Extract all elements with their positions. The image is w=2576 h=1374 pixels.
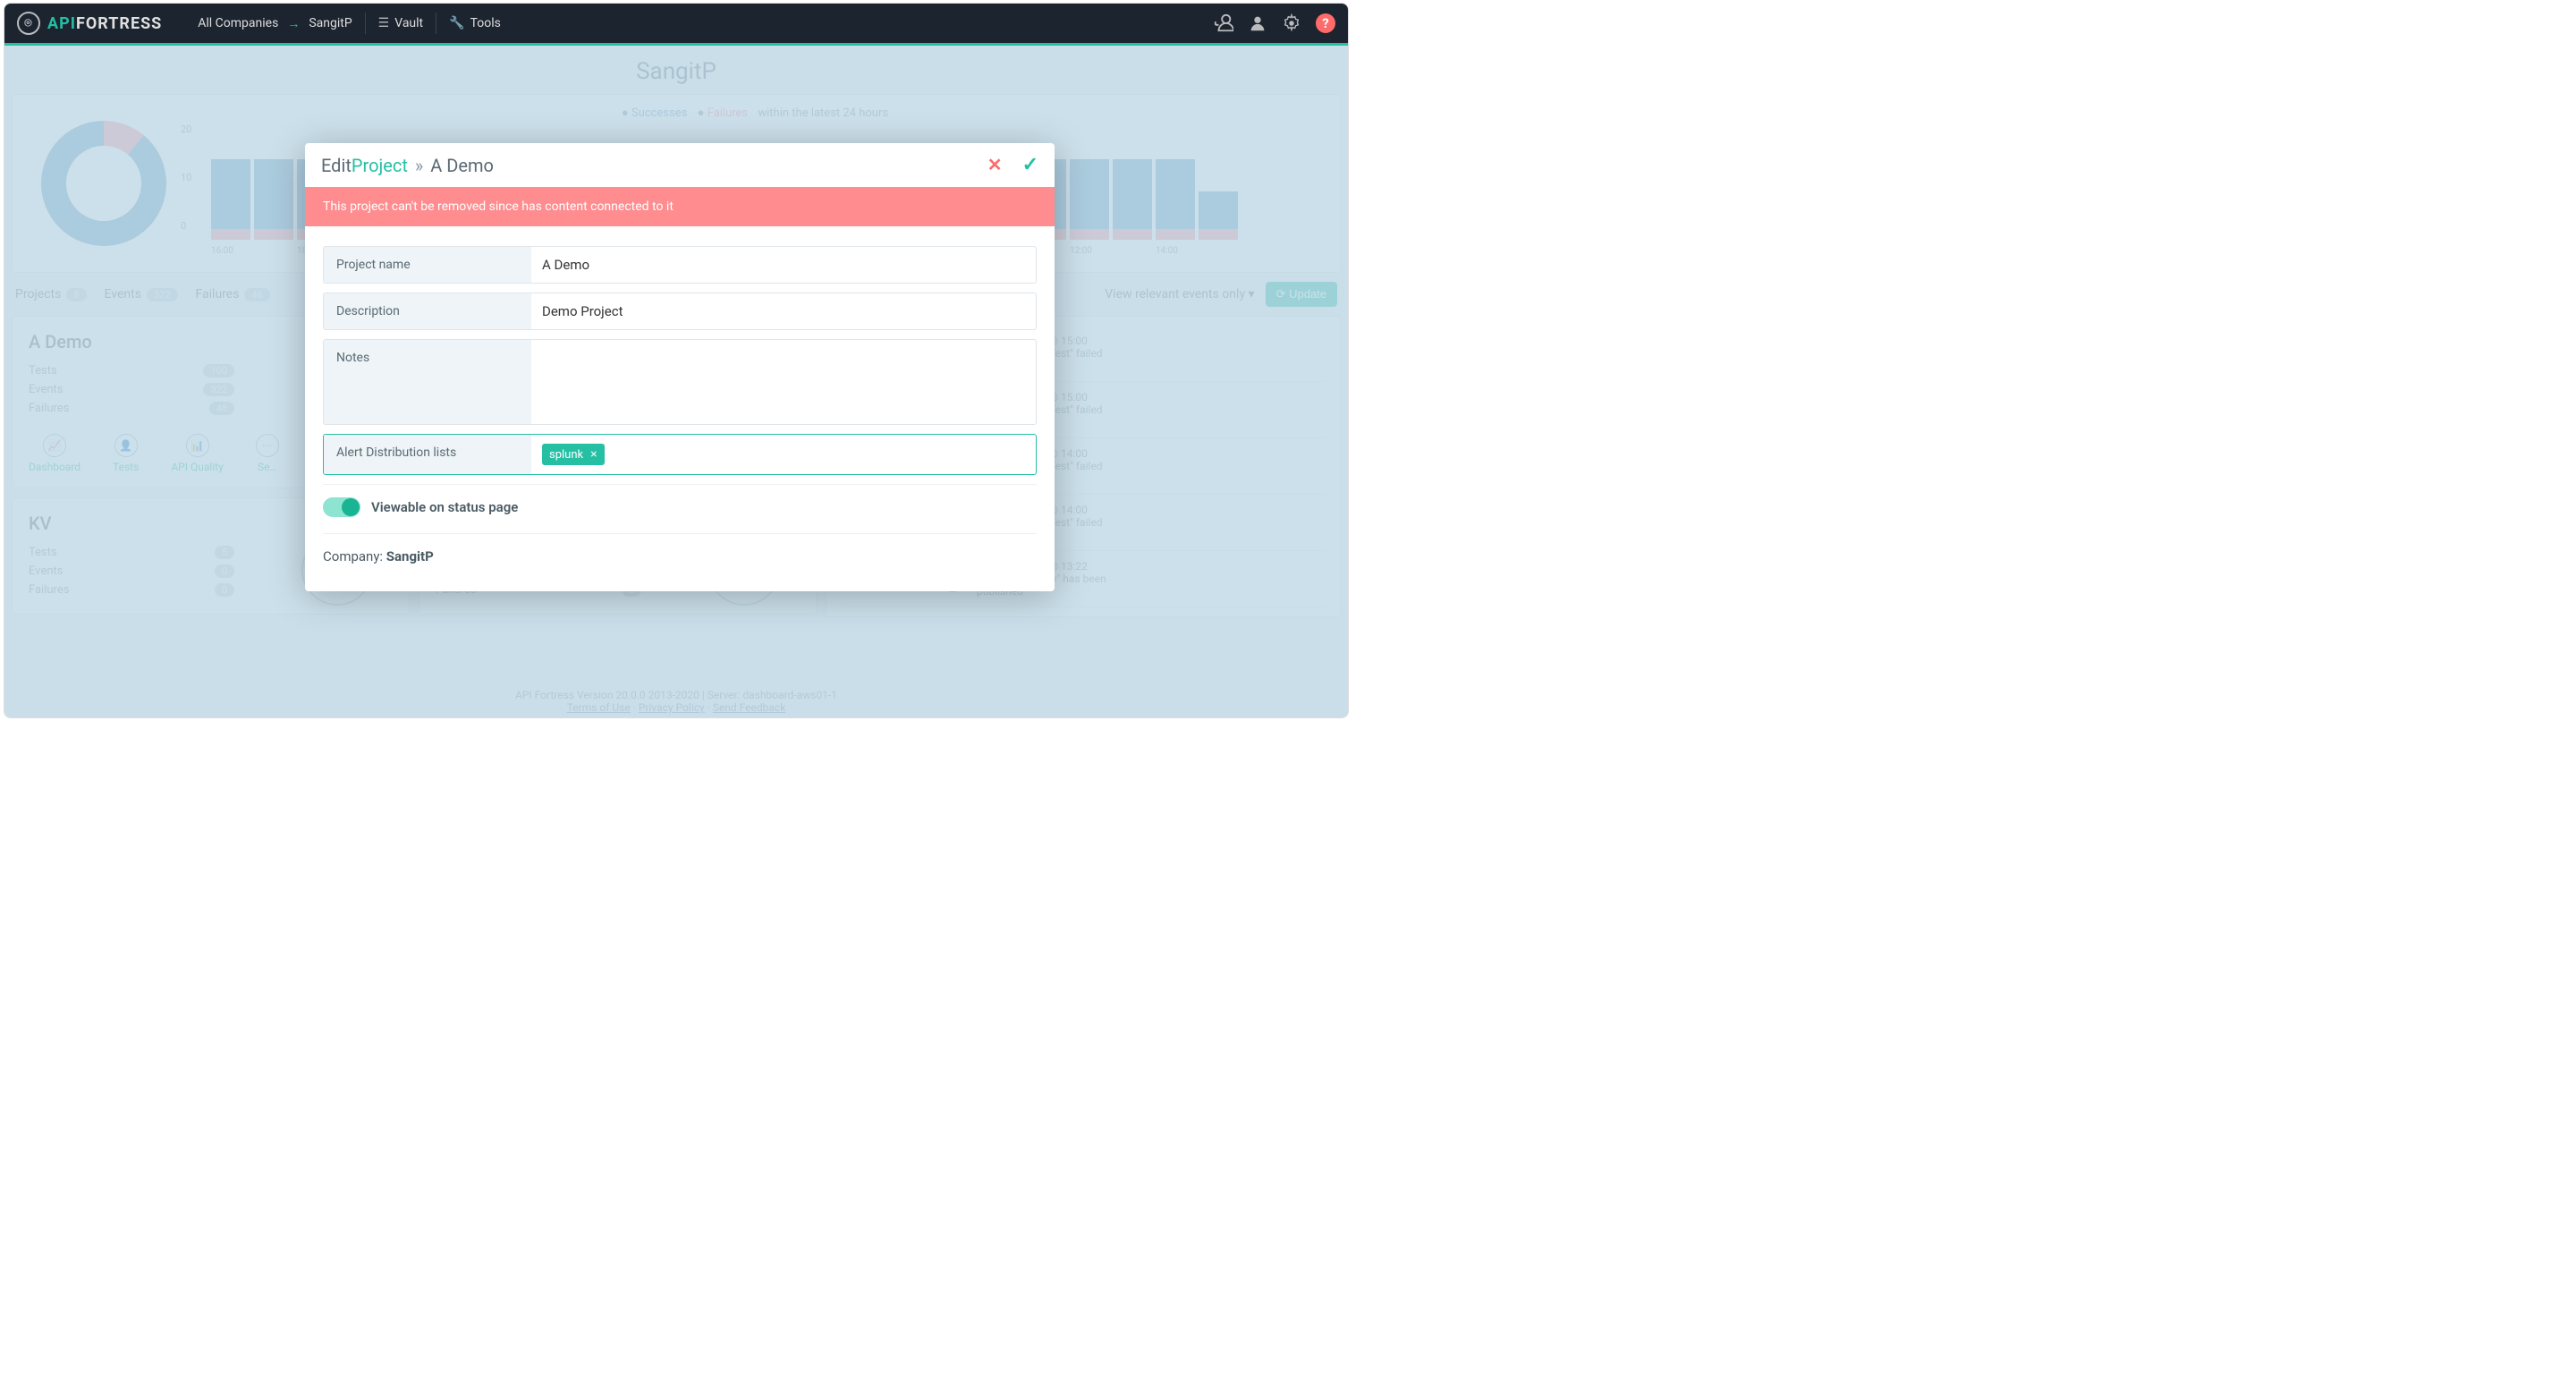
- logo-text-a: API: [47, 14, 76, 33]
- arrow-icon: →: [287, 16, 300, 31]
- logo[interactable]: ⌾ APIFORTRESS: [17, 12, 162, 35]
- add-user-icon[interactable]: [1214, 13, 1233, 33]
- database-icon: ☰: [378, 16, 390, 30]
- close-icon[interactable]: ✕: [987, 154, 1003, 176]
- project-name-input[interactable]: [542, 257, 1025, 273]
- label-project-name: Project name: [324, 247, 531, 283]
- remove-tag-icon[interactable]: ×: [590, 447, 597, 462]
- modal-title-edit: Edit: [321, 155, 352, 176]
- description-input[interactable]: [542, 303, 1025, 319]
- label-notes: Notes: [324, 340, 531, 424]
- viewable-toggle[interactable]: [323, 497, 360, 517]
- gear-icon[interactable]: [1282, 13, 1301, 33]
- edit-project-modal: Edit Project » A Demo ✕ ✓ This project c…: [305, 143, 1055, 591]
- tag-label: splunk: [549, 448, 583, 462]
- modal-alert: This project can't be removed since has …: [305, 187, 1055, 226]
- logo-emblem-icon: ⌾: [17, 12, 40, 35]
- topbar: ⌾ APIFORTRESS All Companies → SangitP ☰ …: [4, 4, 1348, 43]
- modal-title-name: A Demo: [430, 155, 494, 176]
- breadcrumb: All Companies → SangitP ☰ Vault 🔧 Tools: [198, 13, 501, 34]
- company-line: Company: SangitP: [323, 534, 1037, 582]
- tag-chip[interactable]: splunk ×: [542, 444, 605, 465]
- chevron-icon: »: [415, 155, 423, 176]
- nav-vault[interactable]: Vault: [394, 16, 423, 30]
- label-alert-lists: Alert Distribution lists: [324, 435, 531, 474]
- user-icon[interactable]: [1248, 13, 1267, 33]
- breadcrumb-leaf[interactable]: SangitP: [309, 16, 352, 30]
- notes-input[interactable]: [542, 349, 1025, 381]
- nav-tools[interactable]: Tools: [470, 16, 501, 30]
- label-description: Description: [324, 293, 531, 329]
- viewable-label: Viewable on status page: [371, 499, 518, 515]
- confirm-icon[interactable]: ✓: [1022, 154, 1038, 176]
- alert-lists-input[interactable]: splunk ×: [531, 435, 1036, 474]
- modal-title-project: Project: [352, 155, 408, 176]
- logo-text-b: FORTRESS: [76, 14, 162, 33]
- help-icon[interactable]: ?: [1316, 13, 1335, 33]
- breadcrumb-root[interactable]: All Companies: [198, 16, 278, 30]
- wrench-icon: 🔧: [449, 16, 464, 30]
